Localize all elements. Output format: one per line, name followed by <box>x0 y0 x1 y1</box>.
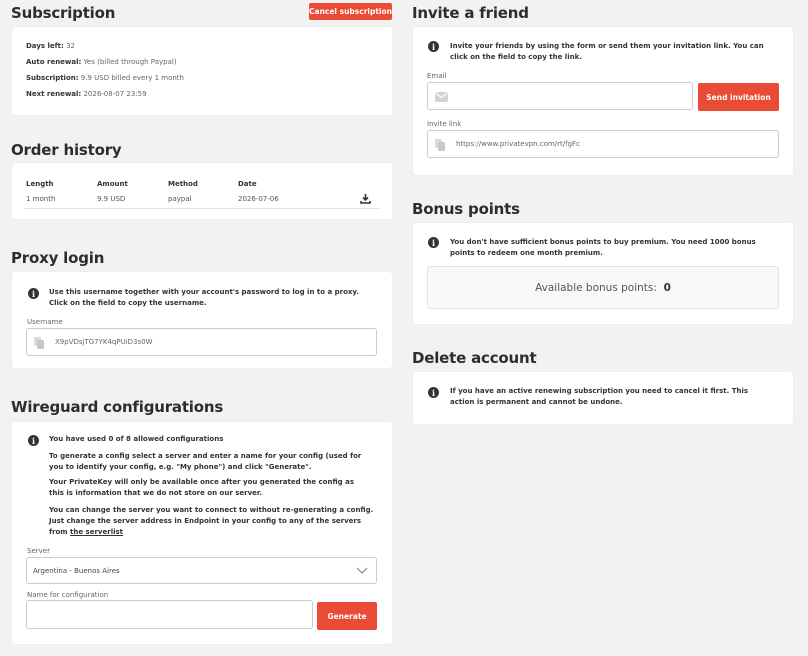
col-date: Date <box>238 180 257 188</box>
copy-icon <box>435 139 446 151</box>
auto-renewal-row: Auto renewal: Yes (billed through Paypal… <box>26 58 177 66</box>
bonus-points-value: 0 <box>663 281 671 294</box>
next-renewal-row: Next renewal: 2026-08-07 23:59 <box>26 90 147 98</box>
info-icon: i <box>28 288 39 299</box>
delete-card[interactable]: i If you have an active renewing subscri… <box>413 372 793 424</box>
copy-icon <box>34 337 45 349</box>
row-method: paypal <box>168 195 192 203</box>
proxy-card: i Use this username together with your a… <box>12 272 392 368</box>
info-icon: i <box>428 237 439 248</box>
mail-icon <box>435 92 448 102</box>
download-icon[interactable] <box>360 193 371 204</box>
info-icon: i <box>428 41 439 52</box>
invite-card: i Invite your friends by using the form … <box>413 27 793 175</box>
row-divider <box>24 208 380 209</box>
row-date: 2026-07-06 <box>238 195 279 203</box>
col-length: Length <box>26 180 54 188</box>
server-value: Argentina - Buenos Aires <box>33 567 120 575</box>
serverlist-link[interactable]: the serverlist <box>70 528 123 536</box>
invite-info-text: Invite your friends by using the form or… <box>450 42 764 61</box>
invite-link-value: https://www.privatevpn.com/rt/fgFc <box>456 140 580 148</box>
bonus-points-box: Available bonus points: 0 <box>427 266 779 309</box>
generate-instructions: To generate a config select a server and… <box>49 452 362 471</box>
email-label: Email <box>427 72 447 80</box>
chevron-down-icon <box>356 567 368 574</box>
delete-info-text: If you have an active renewing subscript… <box>450 387 749 406</box>
subscription-card: Days left: 32 Auto renewal: Yes (billed … <box>12 27 392 115</box>
username-label: Username <box>27 318 63 326</box>
info-icon: i <box>28 435 39 446</box>
order-history-title: Order history <box>11 141 122 159</box>
invite-link-label: Invite link <box>427 120 462 128</box>
email-input[interactable] <box>427 82 693 110</box>
send-invitation-button[interactable]: Send invitation <box>698 83 779 111</box>
info-icon: i <box>428 387 439 398</box>
server-change-note: You can change the server you want to co… <box>49 506 374 536</box>
username-value: X9pVDsjTG7YK4qPUiD3s0W <box>55 338 153 346</box>
subscription-row: Subscription: 9.9 USD billed every 1 mon… <box>26 74 184 82</box>
days-left-row: Days left: 32 <box>26 42 75 50</box>
username-field[interactable]: X9pVDsjTG7YK4qPUiD3s0W <box>26 328 377 356</box>
server-label: Server <box>27 547 50 555</box>
configs-used-text: You have used 0 of 8 allowed configurati… <box>49 435 224 443</box>
order-history-card: Length Amount Method Date 1 month 9.9 US… <box>12 163 392 219</box>
bonus-info-text: You don't have sufficient bonus points t… <box>450 238 756 257</box>
delete-title: Delete account <box>412 349 537 367</box>
proxy-info-text: Use this username together with your acc… <box>49 288 359 307</box>
proxy-title: Proxy login <box>11 249 105 267</box>
wireguard-card: i You have used 0 of 8 allowed configura… <box>12 422 392 644</box>
col-amount: Amount <box>97 180 128 188</box>
bonus-title: Bonus points <box>412 200 520 218</box>
bonus-points-label: Available bonus points: <box>535 281 657 294</box>
invite-link-field[interactable]: https://www.privatevpn.com/rt/fgFc <box>427 130 779 158</box>
row-length: 1 month <box>26 195 56 203</box>
private-key-note: Your PrivateKey will only be available o… <box>49 478 354 497</box>
row-amount: 9.9 USD <box>97 195 126 203</box>
bonus-card: i You don't have sufficient bonus points… <box>413 223 793 324</box>
cancel-subscription-button[interactable]: Cancel subscription <box>309 3 392 20</box>
subscription-title: Subscription <box>11 4 116 22</box>
col-method: Method <box>168 180 198 188</box>
server-select[interactable]: Argentina - Buenos Aires <box>26 557 377 584</box>
config-name-input[interactable] <box>26 600 313 629</box>
wireguard-title: Wireguard configurations <box>11 398 224 416</box>
generate-button[interactable]: Generate <box>317 602 377 630</box>
config-name-label: Name for configuration <box>27 591 109 599</box>
invite-title: Invite a friend <box>412 4 529 22</box>
